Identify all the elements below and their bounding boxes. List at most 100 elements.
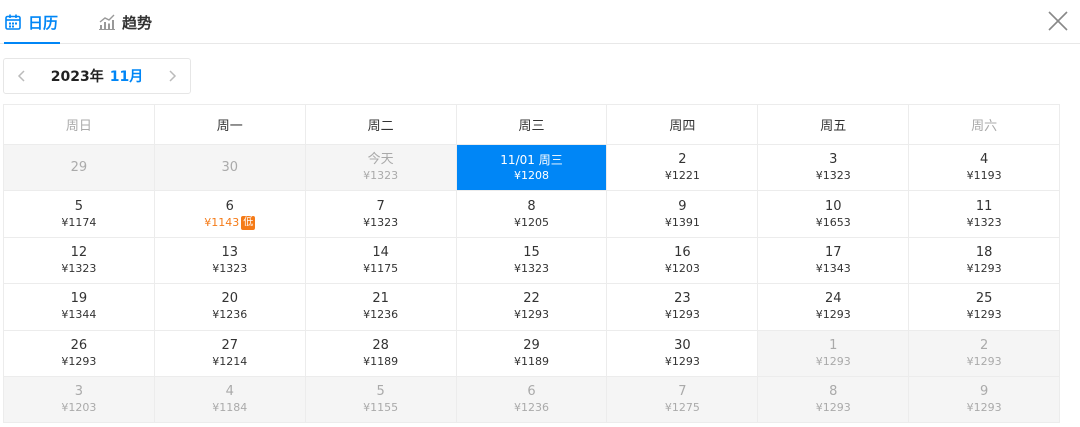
- day-cell[interactable]: 14 ¥1175: [305, 237, 457, 285]
- price-value: ¥1208: [514, 169, 549, 183]
- day-cell[interactable]: 7 ¥1275: [607, 376, 759, 424]
- weekday-fri: 周五: [758, 105, 910, 145]
- day-cell[interactable]: 20 ¥1236: [154, 284, 306, 331]
- price-value: ¥1184: [212, 401, 248, 415]
- day-number: 2: [678, 152, 687, 168]
- day-cell-selected[interactable]: 11/01 周三 ¥1208: [456, 145, 608, 192]
- day-price: ¥1175: [363, 262, 398, 276]
- day-cell[interactable]: 4 ¥1184: [154, 376, 306, 424]
- day-number: 18: [975, 244, 993, 260]
- day-cell[interactable]: 29 ¥1189: [456, 330, 608, 377]
- day-cell[interactable]: 5 ¥1174: [4, 191, 155, 238]
- month-label: 11月: [109, 69, 144, 85]
- day-number: 14: [372, 244, 389, 260]
- day-cell[interactable]: 12 ¥1323: [4, 237, 155, 285]
- price-value: ¥1275: [664, 401, 700, 415]
- day-price: ¥1293: [665, 308, 700, 322]
- day-cell[interactable]: 13 ¥1323: [154, 237, 306, 285]
- day-number: 30: [221, 159, 239, 175]
- day-cell[interactable]: 16 ¥1203: [607, 237, 759, 285]
- day-number: 10: [824, 198, 842, 214]
- day-cell[interactable]: 19 ¥1344: [4, 284, 155, 331]
- calendar-grid: 周日 周一 周二 周三 周四 周五 周六 29 30 今天 ¥1323 11/01 周三…: [3, 104, 1061, 424]
- price-value: ¥1174: [61, 215, 97, 229]
- day-cell[interactable]: 1 ¥1293: [758, 330, 910, 377]
- day-number: 1: [829, 337, 838, 353]
- price-value: ¥1236: [212, 308, 248, 322]
- price-value: ¥1343: [815, 261, 851, 275]
- day-cell[interactable]: 6 ¥1143 低: [154, 191, 306, 238]
- day-price: ¥1344: [61, 308, 96, 322]
- day-number: 16: [674, 244, 691, 260]
- day-cell[interactable]: 23 ¥1293: [607, 284, 759, 331]
- day-price: ¥1323: [212, 262, 247, 276]
- day-price: ¥1293: [816, 308, 851, 322]
- weekday-mon: 周一: [154, 105, 306, 145]
- day-cell[interactable]: 21 ¥1236: [305, 284, 457, 331]
- price-value: ¥1175: [363, 261, 399, 275]
- day-price: ¥1275: [665, 401, 700, 415]
- day-cell[interactable]: 3 ¥1323: [758, 145, 910, 192]
- day-cell[interactable]: 9 ¥1391: [607, 191, 759, 238]
- day-cell[interactable]: 27 ¥1214: [154, 330, 306, 377]
- price-value: ¥1293: [966, 354, 1002, 368]
- day-cell[interactable]: 24 ¥1293: [758, 284, 910, 331]
- day-cell: 29: [4, 145, 155, 192]
- price-value: ¥1221: [664, 169, 700, 183]
- day-cell[interactable]: 18 ¥1293: [909, 237, 1061, 285]
- day-cell[interactable]: 7 ¥1323: [305, 191, 457, 238]
- day-cell[interactable]: 26 ¥1293: [4, 330, 155, 377]
- price-value: ¥1293: [966, 308, 1002, 322]
- next-month-button[interactable]: [154, 59, 190, 93]
- day-price: ¥1323: [363, 216, 398, 230]
- price-value: ¥1323: [514, 261, 549, 275]
- day-cell[interactable]: 9 ¥1293: [909, 376, 1061, 424]
- close-button[interactable]: [1046, 9, 1070, 33]
- day-price: ¥1293: [967, 308, 1002, 322]
- day-number: 30: [674, 337, 691, 353]
- tab-calendar[interactable]: 日历: [4, 0, 60, 44]
- day-number: 24: [824, 291, 842, 307]
- day-cell[interactable]: 10 ¥1653: [758, 191, 910, 238]
- day-number: 29: [70, 159, 88, 175]
- price-value: ¥1214: [212, 354, 248, 368]
- price-value: ¥1203: [664, 261, 700, 275]
- day-cell[interactable]: 28 ¥1189: [305, 330, 457, 377]
- prev-month-button[interactable]: [4, 59, 40, 93]
- trend-chart-icon: [98, 13, 116, 31]
- day-number: 11/01 周三: [500, 153, 563, 168]
- price-value: ¥1189: [363, 354, 399, 368]
- day-cell[interactable]: 6 ¥1236: [456, 376, 608, 424]
- day-cell[interactable]: 3 ¥1203: [4, 376, 155, 424]
- day-cell[interactable]: 22 ¥1293: [456, 284, 608, 331]
- day-cell[interactable]: 30 ¥1293: [607, 330, 759, 377]
- tab-trend[interactable]: 趋势: [98, 0, 168, 44]
- day-cell[interactable]: 25 ¥1293: [909, 284, 1061, 331]
- day-price: ¥1236: [514, 401, 549, 415]
- day-cell: 30: [154, 145, 306, 192]
- day-cell[interactable]: 8 ¥1293: [758, 376, 910, 424]
- day-price: ¥1174: [61, 216, 96, 230]
- day-number: 29: [523, 337, 540, 353]
- day-cell[interactable]: 5 ¥1155: [305, 376, 457, 424]
- day-price: ¥1189: [514, 355, 549, 369]
- day-price: ¥1184: [212, 401, 247, 415]
- day-cell[interactable]: 8 ¥1205: [456, 191, 608, 238]
- day-cell[interactable]: 11 ¥1323: [909, 191, 1061, 238]
- day-number: 28: [372, 337, 389, 353]
- day-cell[interactable]: 今天 ¥1323: [305, 145, 457, 192]
- day-number: 4: [225, 384, 234, 400]
- day-cell[interactable]: 17 ¥1343: [758, 237, 910, 285]
- price-value: ¥1205: [514, 215, 549, 229]
- day-cell[interactable]: 4 ¥1193: [909, 145, 1061, 192]
- day-number: 26: [70, 337, 88, 353]
- day-price: ¥1193: [967, 169, 1002, 183]
- day-price: ¥1203: [61, 401, 96, 415]
- day-number: 19: [70, 291, 88, 307]
- day-price: ¥1189: [363, 355, 398, 369]
- day-cell[interactable]: 15 ¥1323: [456, 237, 608, 285]
- day-number: 27: [221, 337, 239, 353]
- day-cell[interactable]: 2 ¥1221: [607, 145, 759, 192]
- lowest-price-badge: 低: [241, 215, 256, 230]
- day-cell[interactable]: 2 ¥1293: [909, 330, 1061, 377]
